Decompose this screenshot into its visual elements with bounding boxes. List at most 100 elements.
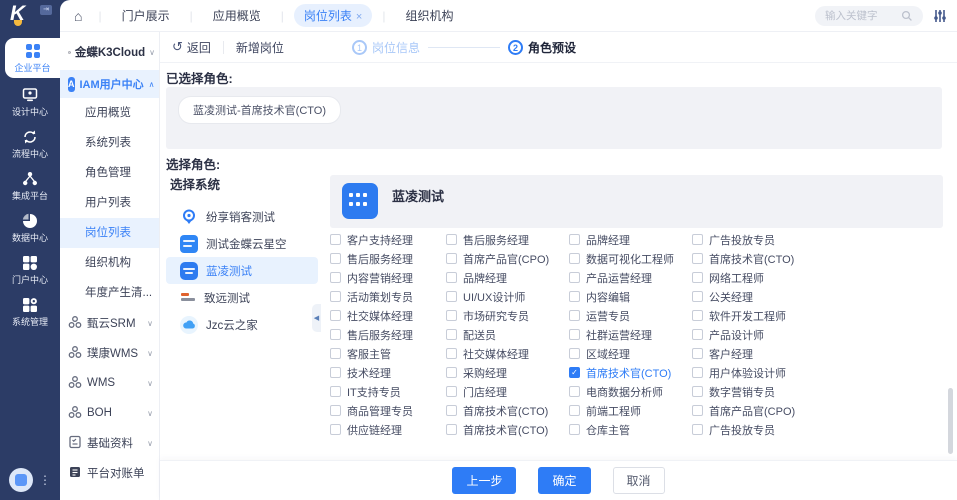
search-input[interactable] bbox=[825, 10, 901, 22]
workspace-switcher[interactable]: 金蝶K3Cloud ∨ bbox=[60, 32, 159, 70]
sidebar-menu-用户列表[interactable]: 用户列表 bbox=[60, 188, 159, 218]
close-icon[interactable]: × bbox=[356, 11, 362, 23]
rail-item-集成平台[interactable]: 集成平台 bbox=[0, 168, 60, 204]
checkbox-icon[interactable] bbox=[446, 367, 457, 378]
checkbox-icon[interactable]: ✓ bbox=[569, 367, 580, 378]
role-checkbox-item[interactable]: ✓首席技术官(CTO) bbox=[569, 365, 692, 381]
role-checkbox-item[interactable]: 仓库主管 bbox=[569, 422, 692, 438]
checkbox-icon[interactable] bbox=[330, 405, 341, 416]
role-checkbox-item[interactable]: 品牌经理 bbox=[446, 270, 569, 286]
role-checkbox-item[interactable]: 广告投放专员 bbox=[692, 232, 950, 248]
role-checkbox-item[interactable]: 社交媒体经理 bbox=[446, 346, 569, 362]
checkbox-icon[interactable] bbox=[330, 310, 341, 321]
checkbox-icon[interactable] bbox=[569, 424, 580, 435]
kingdee-logo[interactable]: K ⇥ bbox=[0, 0, 60, 32]
checkbox-icon[interactable] bbox=[446, 234, 457, 245]
checkbox-icon[interactable] bbox=[692, 272, 703, 283]
role-checkbox-item[interactable]: 首席产品官(CPO) bbox=[692, 403, 950, 419]
checkbox-icon[interactable] bbox=[446, 291, 457, 302]
role-checkbox-item[interactable]: 区域经理 bbox=[569, 346, 692, 362]
checkbox-icon[interactable] bbox=[330, 367, 341, 378]
sidebar-group-璞康WMS[interactable]: 璞康WMS∨ bbox=[60, 338, 159, 368]
role-checkbox-item[interactable]: 售后服务经理 bbox=[446, 232, 569, 248]
rail-item-数据中心[interactable]: 数据中心 bbox=[0, 210, 60, 246]
role-checkbox-item[interactable]: 广告投放专员 bbox=[692, 422, 950, 438]
checkbox-icon[interactable] bbox=[569, 272, 580, 283]
role-checkbox-item[interactable]: 社交媒体经理 bbox=[330, 308, 446, 324]
system-item-致远测试[interactable]: 致远测试 bbox=[166, 284, 318, 311]
role-checkbox-item[interactable]: 电商数据分析师 bbox=[569, 384, 692, 400]
checkbox-icon[interactable] bbox=[569, 386, 580, 397]
role-checkbox-item[interactable]: 首席技术官(CTO) bbox=[692, 251, 950, 267]
rail-item-系统管理[interactable]: 系统管理 bbox=[0, 294, 60, 330]
role-checkbox-item[interactable]: 售后服务经理 bbox=[330, 251, 446, 267]
role-checkbox-item[interactable]: 商品管理专员 bbox=[330, 403, 446, 419]
system-item-蓝凌测试[interactable]: 蓝凌测试 bbox=[166, 257, 318, 284]
system-item-纷享销客测试[interactable]: 纷享销客测试 bbox=[166, 203, 318, 230]
checkbox-icon[interactable] bbox=[569, 348, 580, 359]
role-checkbox-item[interactable]: 品牌经理 bbox=[569, 232, 692, 248]
sidebar-group-BOH[interactable]: BOH∨ bbox=[60, 398, 159, 428]
role-checkbox-item[interactable]: UI/UX设计师 bbox=[446, 289, 569, 305]
sidebar-menu-系统列表[interactable]: 系统列表 bbox=[60, 128, 159, 158]
role-checkbox-item[interactable]: 内容营销经理 bbox=[330, 270, 446, 286]
checkbox-icon[interactable] bbox=[446, 253, 457, 264]
rail-item-设计中心[interactable]: 设计中心 bbox=[0, 84, 60, 120]
role-checkbox-item[interactable]: 门店经理 bbox=[446, 384, 569, 400]
more-options-icon[interactable]: ⋮ bbox=[39, 473, 51, 487]
checkbox-icon[interactable] bbox=[569, 253, 580, 264]
checkbox-icon[interactable] bbox=[446, 310, 457, 321]
cancel-button[interactable]: 取消 bbox=[613, 467, 665, 494]
tab-组织机构[interactable]: 组织机构 bbox=[395, 4, 463, 27]
back-button[interactable]: ↺ 返回 bbox=[172, 39, 211, 56]
role-checkbox-item[interactable]: 软件开发工程师 bbox=[692, 308, 950, 324]
checkbox-icon[interactable] bbox=[569, 234, 580, 245]
role-checkbox-item[interactable]: 社群运营经理 bbox=[569, 327, 692, 343]
checkbox-icon[interactable] bbox=[569, 329, 580, 340]
checkbox-icon[interactable] bbox=[446, 405, 457, 416]
tab-岗位列表[interactable]: 岗位列表× bbox=[294, 4, 372, 27]
sidebar-menu-年度产生清...[interactable]: 年度产生清... bbox=[60, 278, 159, 308]
panel-collapse-handle[interactable]: ◀ bbox=[312, 304, 321, 332]
role-checkbox-item[interactable]: 客服主管 bbox=[330, 346, 446, 362]
role-checkbox-item[interactable]: 首席产品官(CPO) bbox=[446, 251, 569, 267]
checkbox-icon[interactable] bbox=[569, 405, 580, 416]
role-checkbox-item[interactable]: 市场研究专员 bbox=[446, 308, 569, 324]
checkbox-icon[interactable] bbox=[692, 424, 703, 435]
checkbox-icon[interactable] bbox=[446, 329, 457, 340]
checkbox-icon[interactable] bbox=[692, 329, 703, 340]
role-checkbox-item[interactable]: 运营专员 bbox=[569, 308, 692, 324]
checkbox-icon[interactable] bbox=[569, 291, 580, 302]
role-checkbox-item[interactable]: 客户经理 bbox=[692, 346, 950, 362]
system-item-Jzc云之家[interactable]: Jzc云之家 bbox=[166, 311, 318, 338]
sidebar-menu-组织机构[interactable]: 组织机构 bbox=[60, 248, 159, 278]
collapse-panel-icon[interactable]: ⇥ bbox=[40, 5, 52, 15]
step-role-preset[interactable]: 2 角色预设 bbox=[508, 39, 576, 56]
checkbox-icon[interactable] bbox=[446, 348, 457, 359]
role-checkbox-item[interactable]: 产品运营经理 bbox=[569, 270, 692, 286]
role-checkbox-item[interactable]: 用户体验设计师 bbox=[692, 365, 950, 381]
role-checkbox-item[interactable]: IT支持专员 bbox=[330, 384, 446, 400]
filter-icon[interactable] bbox=[933, 9, 947, 23]
checkbox-icon[interactable] bbox=[446, 386, 457, 397]
role-checkbox-item[interactable]: 客户支持经理 bbox=[330, 232, 446, 248]
checkbox-icon[interactable] bbox=[692, 291, 703, 302]
checkbox-icon[interactable] bbox=[330, 424, 341, 435]
sidebar-menu-角色管理[interactable]: 角色管理 bbox=[60, 158, 159, 188]
home-icon[interactable]: ⌂ bbox=[74, 8, 82, 24]
role-checkbox-item[interactable]: 活动策划专员 bbox=[330, 289, 446, 305]
role-checkbox-item[interactable]: 售后服务经理 bbox=[330, 327, 446, 343]
checkbox-icon[interactable] bbox=[330, 234, 341, 245]
sidebar-menu-岗位列表[interactable]: 岗位列表 bbox=[60, 218, 159, 248]
role-checkbox-item[interactable]: 采购经理 bbox=[446, 365, 569, 381]
tab-门户展示[interactable]: 门户展示 bbox=[112, 4, 180, 27]
checkbox-icon[interactable] bbox=[446, 272, 457, 283]
prev-step-button[interactable]: 上一步 bbox=[452, 467, 516, 494]
rail-item-门户中心[interactable]: 门户中心 bbox=[0, 252, 60, 288]
checkbox-icon[interactable] bbox=[692, 310, 703, 321]
role-checkbox-item[interactable]: 前端工程师 bbox=[569, 403, 692, 419]
search-icon[interactable] bbox=[901, 10, 913, 22]
sidebar-app-iam[interactable]: A IAM用户中心 ∧ bbox=[60, 70, 159, 98]
role-checkbox-item[interactable]: 内容编辑 bbox=[569, 289, 692, 305]
selected-role-chip[interactable]: 蓝凌测试-首席技术官(CTO) bbox=[178, 96, 341, 124]
